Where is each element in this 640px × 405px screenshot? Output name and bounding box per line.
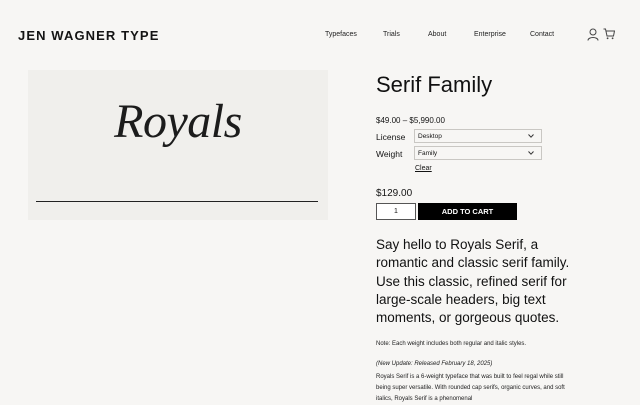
- chevron-down-icon: [528, 134, 534, 138]
- chevron-down-icon: [528, 151, 534, 155]
- product-title: Serif Family: [376, 72, 493, 97]
- nav-trials[interactable]: Trials: [383, 31, 400, 38]
- type-specimen-preview: Royals: [28, 70, 328, 220]
- product-body-text: Royals Serif is a 6-weight typeface that…: [376, 374, 565, 402]
- license-select[interactable]: Desktop: [414, 129, 542, 143]
- license-select-value: Desktop: [418, 133, 442, 140]
- price-range: $49.00 – $5,990.00: [376, 116, 445, 125]
- weights-note: Note: Each weight includes both regular …: [376, 341, 527, 347]
- product-description: Say hello to Royals Serif, a romantic an…: [376, 237, 570, 326]
- specimen-baseline-rule: [36, 201, 318, 202]
- site-header: JEN WAGNER TYPE Typefaces Trials About E…: [0, 0, 640, 70]
- update-notice: (New Update: Released February 18, 2025): [376, 361, 493, 367]
- user-icon[interactable]: [587, 28, 599, 41]
- weight-select-value: Family: [418, 150, 438, 157]
- weight-label: Weight: [376, 149, 403, 159]
- nav-enterprise[interactable]: Enterprise: [474, 31, 506, 38]
- clear-selection-link[interactable]: Clear: [415, 165, 432, 172]
- nav-contact[interactable]: Contact: [530, 31, 554, 38]
- add-to-cart-button[interactable]: ADD TO CART: [418, 203, 517, 220]
- cart-icon[interactable]: [603, 28, 615, 40]
- quantity-input[interactable]: [376, 203, 416, 220]
- license-label: License: [376, 132, 406, 142]
- nav-typefaces[interactable]: Typefaces: [325, 31, 357, 38]
- selected-price: $129.00: [376, 188, 413, 199]
- weight-select[interactable]: Family: [414, 146, 542, 160]
- nav-about[interactable]: About: [428, 31, 446, 38]
- specimen-text: Royals: [114, 95, 242, 148]
- site-logo[interactable]: JEN WAGNER TYPE: [18, 28, 159, 43]
